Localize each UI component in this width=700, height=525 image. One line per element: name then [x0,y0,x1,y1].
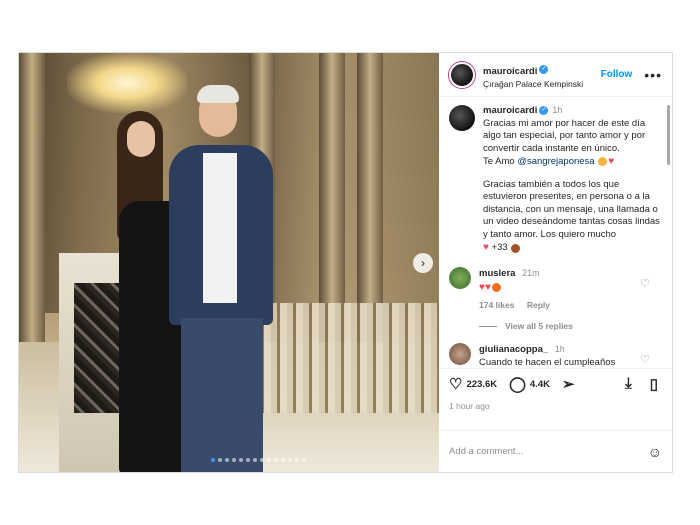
share-icon[interactable]: ➢ [562,375,575,393]
smiling-face-emoji-icon [598,157,608,167]
reply-button[interactable]: Reply [527,300,550,310]
caption-time: 1h [552,105,563,115]
view-replies-button[interactable]: View all 5 replies [479,321,662,331]
heart-emoji-icon: ♥ [608,156,615,168]
more-options-icon[interactable]: ••• [644,67,662,83]
scrollbar[interactable] [667,105,670,165]
comment-input[interactable] [449,446,640,457]
carousel-dots [211,458,306,462]
chevron-right-icon[interactable]: › [413,253,433,273]
location-link[interactable]: Çırağan Palace Kempinski [483,79,583,89]
post-photo[interactable]: › [19,53,439,472]
comments-count[interactable]: 4.4K [530,379,550,390]
add-comment-bar: ☺ [439,430,672,472]
verified-badge-icon: ✓ [539,105,549,115]
emoji-icon[interactable]: ☺ [648,444,662,460]
action-bar: ♡ 223.6K ◯ 4.4K ➢ ⤓ ▯ 1 hour ago [439,368,672,430]
caption: mauroicardi ✓ 1h Gracias mi amor por hacer… [449,105,662,255]
caption-text-1: Gracias mi amor por hacer de este día al… [483,117,646,154]
caption-text-2: Gracias también a todos los que estuvier… [483,178,660,240]
heart-emoji-icon: ♥ [483,242,489,254]
bookmark-icon[interactable]: ▯ [650,375,658,393]
follow-button[interactable]: Follow [601,69,633,80]
like-comment-heart-icon[interactable]: ♡ [640,277,650,290]
post-header: mauroicardi ✓ Çırağan Palace Kempinski Fo… [439,53,672,97]
man-figure [167,83,277,472]
comment-text: Cuando te hacen el cumpleaños [479,357,616,368]
verified-badge-icon: ✓ [539,65,549,75]
post-sidebar: mauroicardi ✓ Çırağan Palace Kempinski Fo… [439,53,672,472]
author-username[interactable]: mauroicardi [483,66,537,77]
fire-emoji-icon [491,283,501,293]
caption-username[interactable]: mauroicardi [483,105,537,116]
comment-time: 1h [554,344,565,355]
cake-emoji-icon [511,243,521,253]
comments-section[interactable]: mauroicardi ✓ 1h Gracias mi amor por hacer… [439,97,672,368]
column [19,53,45,353]
commenter-avatar[interactable] [449,267,471,290]
comment-time: 21m [522,268,540,279]
caption-te-amo: Te Amo [483,156,515,168]
caption-avatar[interactable] [449,105,475,131]
post-card: › mauroicardi ✓ Çırağan Palace Kempinski … [18,52,673,473]
like-comment-heart-icon[interactable]: ♡ [640,353,650,366]
commenter-avatar[interactable] [449,343,471,366]
download-icon[interactable]: ⤓ [625,375,632,393]
mention-link[interactable]: @sangrejaponesa [517,156,594,167]
comment-username[interactable]: muslera [479,268,515,279]
heart-icon[interactable]: ♡ [449,375,462,393]
comment-username[interactable]: giulianacoppa_ [479,344,548,355]
comment-item: muslera 21m ♥♥ 174 likes Reply ♡ [449,267,662,311]
heart-emoji-icon: ♥ [484,281,491,293]
comment-likes[interactable]: 174 likes [479,300,514,310]
likes-count[interactable]: 223.6K [466,379,497,390]
comment-icon[interactable]: ◯ [509,375,526,393]
author-avatar[interactable] [449,61,475,88]
caption-plus: +33 [491,242,508,254]
post-timestamp: 1 hour ago [449,401,490,411]
comment-item: giulianacoppa_ 1h Cuando te hacen el cum… [449,343,662,368]
